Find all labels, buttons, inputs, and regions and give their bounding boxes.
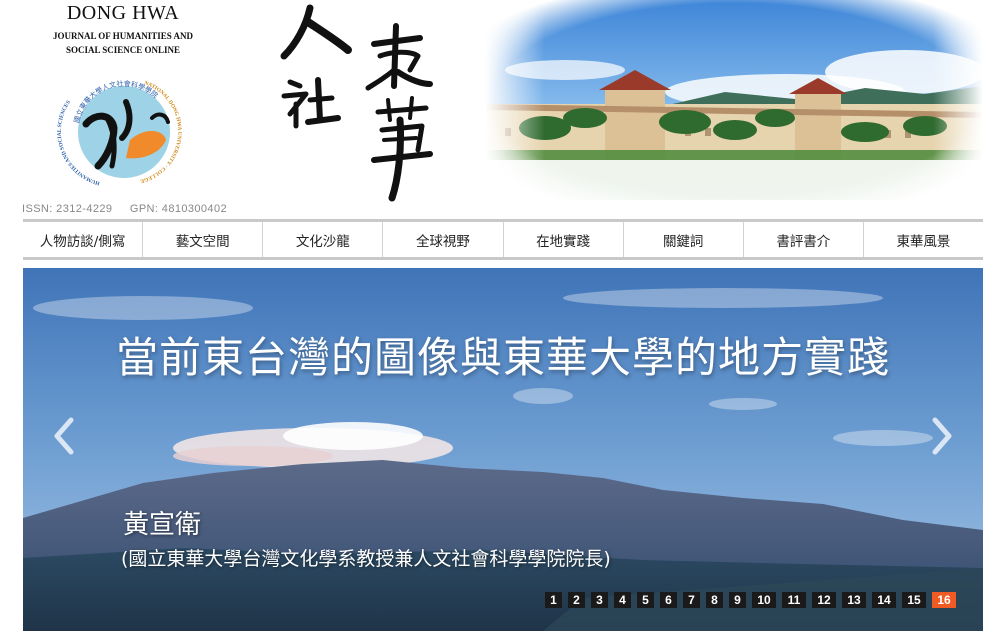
journal-identifiers: ISSN: 2312-4229 GPN: 4810300402 [22,203,227,215]
slide-title[interactable]: 當前東台灣的圖像與東華大學的地方實踐 [23,324,983,385]
page-button-15[interactable]: 15 [902,592,926,608]
journal-brand[interactable]: DONG HWA JOURNAL OF HUMANITIES AND SOCIA… [28,2,218,57]
nav-item-global-view[interactable]: 全球視野 [382,222,502,257]
nav-item-keywords[interactable]: 關鍵詞 [622,222,743,257]
slide-pager: 1 2 3 4 5 6 7 8 9 10 11 12 13 14 15 16 [545,592,956,608]
page-button-11[interactable]: 11 [782,592,806,608]
slide-author: 黃宣衛 [123,510,202,540]
brand-title: DONG HWA [66,2,180,24]
issn-label: ISSN: 2312-4229 [22,203,113,215]
nav-item-local-practice[interactable]: 在地實踐 [502,222,623,257]
page-button-5[interactable]: 5 [637,592,654,608]
nav-item-book-reviews[interactable]: 書評書介 [742,222,863,257]
calligraphy-art [280,4,433,202]
page-button-2[interactable]: 2 [568,592,585,608]
slide-background-mountain [23,268,983,631]
page-button-12[interactable]: 12 [812,592,836,608]
main-nav: 人物訪談/側寫 藝文空間 文化沙龍 全球視野 在地實踐 關鍵詞 書評書介 東華風… [23,219,983,260]
brand-subtitle-line1: JOURNAL OF HUMANITIES AND [53,31,193,41]
campus-banner-image [485,0,983,200]
college-seal-logo[interactable]: 國立東華大學人文社會科學學院 NATIONAL DONG HWA UNIVERS… [56,62,192,198]
page-button-9[interactable]: 9 [729,592,746,608]
nav-item-culture-salon[interactable]: 文化沙龍 [262,222,382,257]
chevron-right-icon[interactable] [927,414,957,458]
page-button-14[interactable]: 14 [872,592,896,608]
page-button-16[interactable]: 16 [932,592,956,608]
page-button-6[interactable]: 6 [660,592,677,608]
chevron-left-icon[interactable] [49,414,79,458]
page-button-7[interactable]: 7 [683,592,700,608]
featured-slider: 當前東台灣的圖像與東華大學的地方實踐 黃宣衛 (國立東華大學台灣文化學系教授兼人… [23,268,983,631]
page-button-8[interactable]: 8 [706,592,723,608]
page-button-4[interactable]: 4 [614,592,631,608]
brand-subtitle-line2: SOCIAL SCIENCE ONLINE [65,45,181,55]
brand-subtitle: JOURNAL OF HUMANITIES AND SOCIAL SCIENCE… [28,29,218,57]
page-button-1[interactable]: 1 [545,592,562,608]
slide-affiliation: (國立東華大學台灣文化學系教授兼人文社會科學學院院長) [121,548,611,570]
page-button-13[interactable]: 13 [842,592,866,608]
nav-item-interviews[interactable]: 人物訪談/側寫 [23,222,142,257]
page-button-10[interactable]: 10 [752,592,776,608]
nav-item-donghwa-scenery[interactable]: 東華風景 [862,222,983,257]
nav-item-arts-space[interactable]: 藝文空間 [142,222,262,257]
gpn-label: GPN: 4810300402 [129,203,227,215]
campus-illustration [485,0,983,200]
calligraphy-logo [270,0,470,210]
page-button-3[interactable]: 3 [591,592,608,608]
